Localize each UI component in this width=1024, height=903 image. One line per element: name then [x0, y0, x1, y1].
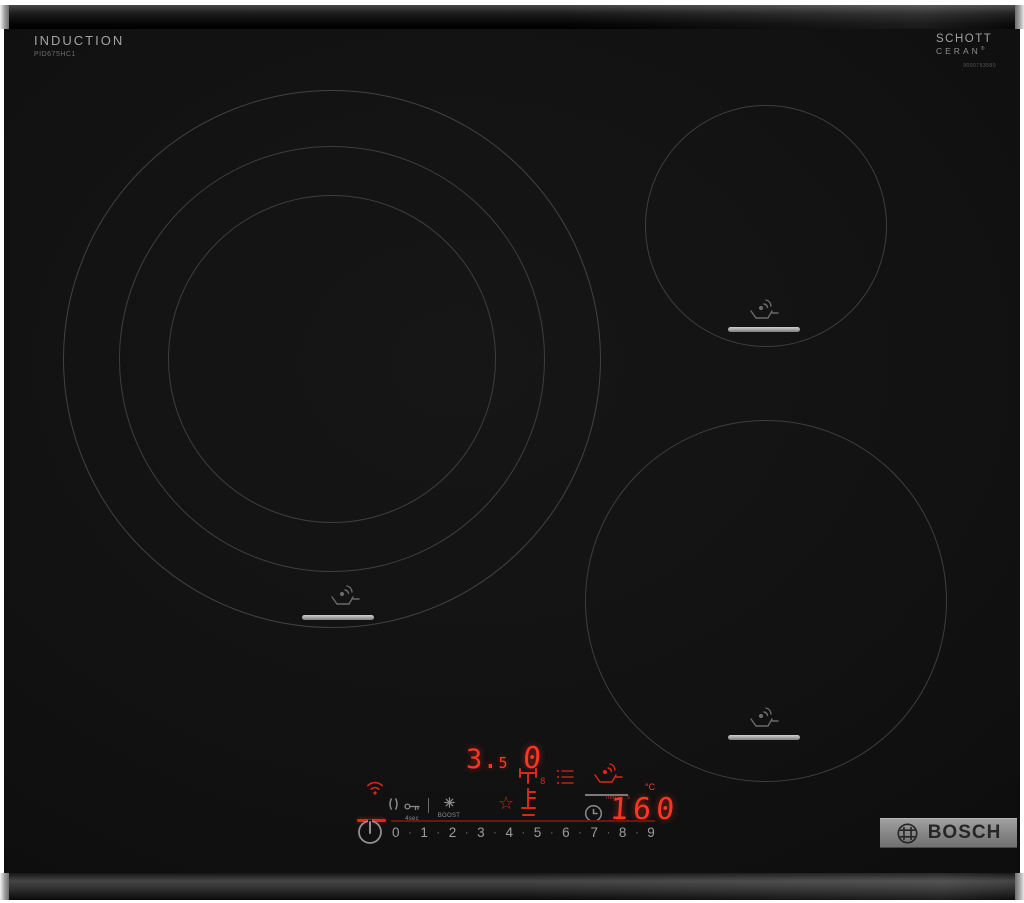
pause-icon[interactable] — [388, 798, 399, 810]
bosch-wordmark: BOSCH — [928, 822, 1002, 844]
bosch-emblem-icon — [896, 822, 919, 845]
wifi-icon — [364, 780, 386, 797]
dot-separator: · — [436, 825, 440, 839]
led-digits: 3. — [466, 744, 499, 775]
unit-degrees: °C — [645, 782, 655, 792]
schott-ceran-logo: SCHOTT CERAN® 9000753580 — [936, 33, 996, 69]
bosch-logo-plate: BOSCH — [880, 818, 1017, 848]
power-level-slider[interactable]: 0 · 1 · 2 · 3 · 4 · 5 · 6 · 7 · 8 · 9 — [392, 823, 655, 841]
level-8[interactable]: 8 — [619, 825, 627, 840]
trim-cap-left — [0, 5, 9, 29]
boost-star-icon — [444, 797, 455, 808]
zone-left-position-mark — [302, 615, 374, 620]
trim-sheen — [0, 5, 1024, 29]
induction-label: INDUCTION — [34, 33, 124, 48]
registered-mark: ® — [981, 46, 988, 52]
schott-small-print: 9000753580 — [936, 63, 996, 69]
zone-bottom-right-position-mark — [728, 735, 800, 740]
level-9[interactable]: 9 — [647, 825, 655, 840]
dot-separator: · — [521, 825, 525, 839]
trim-sheen — [0, 873, 1024, 900]
zone-left-inner-ring — [168, 195, 496, 523]
slider-track[interactable] — [391, 820, 655, 822]
schott-line1: SCHOTT — [936, 33, 996, 45]
move-pan-indicator — [556, 768, 576, 786]
key-lock-icon — [404, 802, 421, 811]
bottom-metal-trim — [0, 873, 1024, 900]
dot-separator: · — [465, 825, 469, 839]
pan-sensor-icon — [746, 703, 780, 731]
power-button[interactable] — [356, 818, 384, 846]
dot-separator: · — [550, 825, 554, 839]
zone-display-left: 3.5 — [466, 744, 508, 775]
level-3[interactable]: 3 — [477, 825, 485, 840]
level-7[interactable]: 7 — [591, 825, 599, 840]
boost-label: BOOST — [434, 813, 464, 819]
zone-top-right-position-mark — [728, 327, 800, 332]
key-lock-group[interactable]: 4sec — [401, 798, 423, 822]
dot-separator: · — [493, 825, 497, 839]
level-4[interactable]: 4 — [505, 825, 513, 840]
trim-cap-right — [1015, 5, 1024, 29]
branding-block: INDUCTION PID675HC1 — [34, 33, 124, 58]
level-6[interactable]: 6 — [562, 825, 570, 840]
schott-line2: CERAN® — [936, 46, 996, 56]
favorite-star-icon[interactable]: ☆ — [498, 793, 514, 814]
pan-sensor-icon — [327, 581, 361, 609]
top-metal-trim — [0, 5, 1024, 29]
model-number: PID675HC1 — [34, 51, 124, 58]
zone-display-bottom-right: 8 — [513, 766, 553, 818]
pan-sensor-icon — [746, 295, 780, 323]
level-1[interactable]: 1 — [420, 825, 428, 840]
boost-group[interactable]: BOOST — [434, 795, 464, 819]
dot-separator: · — [408, 825, 412, 839]
level-0[interactable]: 0 — [392, 825, 400, 840]
frying-sensor-icon[interactable] — [590, 759, 624, 787]
product-image: INDUCTION PID675HC1 SCHOTT CERAN® 900075… — [0, 0, 1024, 903]
trim-cap-right — [1015, 873, 1024, 900]
dot-separator: · — [606, 825, 610, 839]
led-small-digit: 8 — [540, 777, 545, 787]
level-5[interactable]: 5 — [534, 825, 542, 840]
led-decimal: 5 — [499, 754, 508, 772]
trim-cap-left — [0, 873, 9, 900]
panel-divider — [428, 798, 429, 813]
dot-separator: · — [578, 825, 582, 839]
dot-separator: · — [635, 825, 639, 839]
level-2[interactable]: 2 — [449, 825, 457, 840]
